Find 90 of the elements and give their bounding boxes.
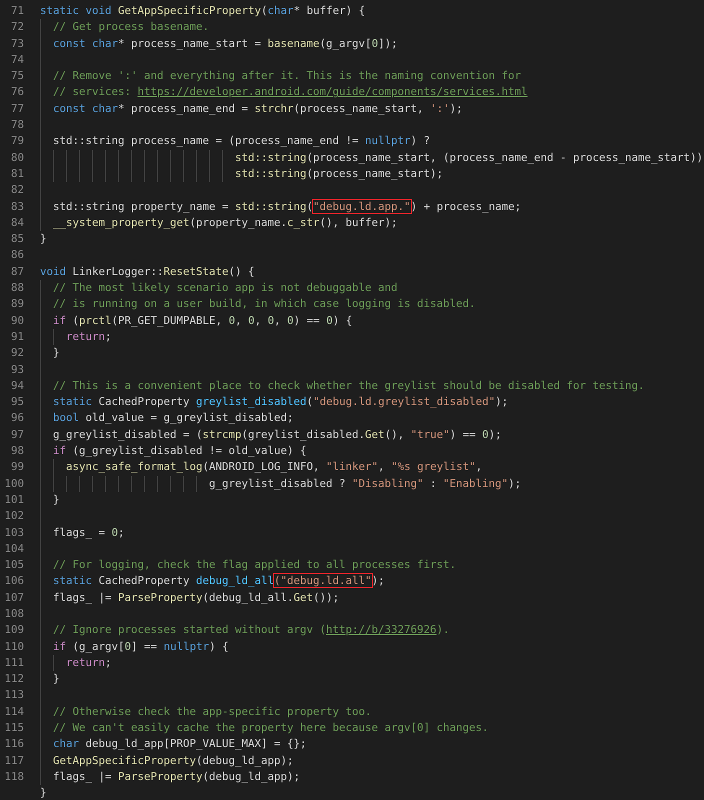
- line-number: 79: [10, 133, 24, 150]
- code-line: const char* process_name_start = basename(g_argv[0]);: [53, 36, 398, 52]
- code-line: // Remove ':' and everything after it. This is the naming convention for: [53, 68, 522, 84]
- link[interactable]: http://b/33276926: [326, 623, 437, 636]
- code-line: // Ignore processes started without argv (http://b/33276926).: [53, 622, 450, 638]
- code-line: GetAppSpecificProperty(debug_ld_app);: [53, 752, 294, 769]
- line-number: 104: [3, 540, 24, 557]
- code-line: static CachedProperty debug_ld_all("debug.ld.all");: [53, 573, 385, 590]
- line-number: 76: [10, 84, 24, 100]
- code-line: flags_ |= ParseProperty(debug_ld_app);: [53, 768, 300, 785]
- code-line: // Otherwise check the app-specific property too.: [53, 704, 372, 720]
- line-number: 114: [3, 704, 24, 720]
- line-number: 77: [10, 100, 24, 117]
- code-line: }: [40, 231, 47, 248]
- line-number: 83: [10, 198, 24, 215]
- code-line: g_greylist_disabled ? "Disabling" : "Enabling");: [209, 476, 522, 492]
- code-line: char debug_ld_app[PROP_VALUE_MAX] = {};: [53, 736, 307, 752]
- code-line: bool old_value = g_greylist_disabled;: [53, 410, 294, 426]
- code-line: std::string process_name = (process_name_end != nullptr) ?: [53, 133, 430, 150]
- line-number: 110: [3, 638, 24, 655]
- line-number: 81: [10, 166, 24, 182]
- line-number: 84: [10, 214, 24, 231]
- line-number: 91: [10, 328, 24, 345]
- line-number: 117: [3, 752, 24, 769]
- code-line: std::string(process_name_start, (process_name_end - process_name_start)): [235, 150, 704, 166]
- line-number: 90: [10, 312, 24, 329]
- code-line: // The most likely scenario app is not debuggable and: [53, 280, 398, 296]
- code-line: }: [53, 492, 60, 508]
- code-line: // is running on a user build, in which case logging is disabled.: [53, 296, 476, 312]
- code-line: // Get process basename.: [53, 19, 210, 36]
- line-number: 86: [10, 247, 24, 264]
- line-number: 97: [10, 426, 24, 443]
- code-line: static void GetAppSpecificProperty(char* buffer) {: [40, 3, 366, 19]
- line-number: 89: [10, 296, 24, 312]
- code-line: const char* process_name_end = strchr(process_name_start, ':');: [53, 100, 463, 117]
- line-number: 92: [10, 345, 24, 362]
- line-number: 73: [10, 36, 24, 52]
- code-line: }: [53, 671, 60, 688]
- line-number: 71: [10, 3, 24, 19]
- line-number: 116: [3, 736, 24, 752]
- code-line: async_safe_format_log(ANDROID_LOG_INFO, "linker", "%s greylist",: [66, 459, 482, 476]
- code-line: std::string(process_name_start);: [235, 166, 444, 182]
- line-number: 111: [3, 654, 24, 671]
- line-number: 100: [3, 476, 24, 492]
- line-number: 85: [10, 231, 24, 248]
- code-line: return;: [66, 328, 112, 345]
- line-number: 75: [10, 68, 24, 84]
- line-number: 95: [10, 394, 24, 410]
- line-number: 78: [10, 117, 24, 134]
- code-line: return;: [66, 654, 112, 671]
- code-line: flags_ = 0;: [53, 524, 125, 540]
- line-number: 118: [3, 768, 24, 785]
- line-number: 93: [10, 362, 24, 378]
- line-number: 99: [10, 459, 24, 476]
- line-number: 96: [10, 410, 24, 426]
- line-number: 98: [10, 443, 24, 460]
- line-number: 113: [3, 687, 24, 704]
- line-number: 88: [10, 280, 24, 296]
- line-number: 101: [3, 492, 24, 508]
- code-line: // This is a convenient place to check whether the greylist should be disabled for testing.: [53, 378, 645, 394]
- line-number: 112: [3, 671, 24, 688]
- code-line: flags_ |= ParseProperty(debug_ld_all.Get());: [53, 590, 340, 606]
- line-number: 80: [10, 150, 24, 166]
- code-line: }: [53, 345, 60, 362]
- code-line: __system_property_get(property_name.c_str(), buffer);: [53, 214, 398, 231]
- line-number: 94: [10, 378, 24, 394]
- line-number: 106: [3, 573, 24, 590]
- code-line: // We can't easily cache the property here because argv[0] changes.: [53, 720, 489, 736]
- line-number: 87: [10, 264, 24, 280]
- line-number: 82: [10, 182, 24, 198]
- line-number: 105: [3, 557, 24, 574]
- line-number: 103: [3, 524, 24, 540]
- code-line: std::string property_name = std::string("debug.ld.app.") + process_name;: [53, 198, 522, 215]
- line-number: 72: [10, 19, 24, 36]
- code-line: if (g_argv[0] == nullptr) {: [53, 638, 229, 655]
- line-number: 115: [3, 720, 24, 736]
- code-line: void LinkerLogger::ResetState() {: [40, 264, 255, 280]
- line-number: 102: [3, 508, 24, 524]
- code-line: }: [40, 785, 47, 800]
- code-line: // services: https://developer.android.com/guide/components/services.html: [53, 84, 528, 100]
- code-line: // For logging, check the flag applied to all processes first.: [53, 557, 456, 574]
- line-number: 107: [3, 590, 24, 606]
- line-number: 108: [3, 606, 24, 622]
- line-number: 74: [10, 52, 24, 68]
- line-number: 109: [3, 622, 24, 638]
- code-line: g_greylist_disabled = (strcmp(greylist_disabled.Get(), "true") == 0);: [53, 426, 502, 443]
- code-line: if (g_greylist_disabled != old_value) {: [53, 443, 307, 460]
- code-line: if (prctl(PR_GET_DUMPABLE, 0, 0, 0, 0) == 0) {: [53, 312, 352, 329]
- code-line: static CachedProperty greylist_disabled("debug.ld.greylist_disabled");: [53, 394, 508, 410]
- link[interactable]: https://developer.android.com/guide/components/services.html: [138, 85, 528, 98]
